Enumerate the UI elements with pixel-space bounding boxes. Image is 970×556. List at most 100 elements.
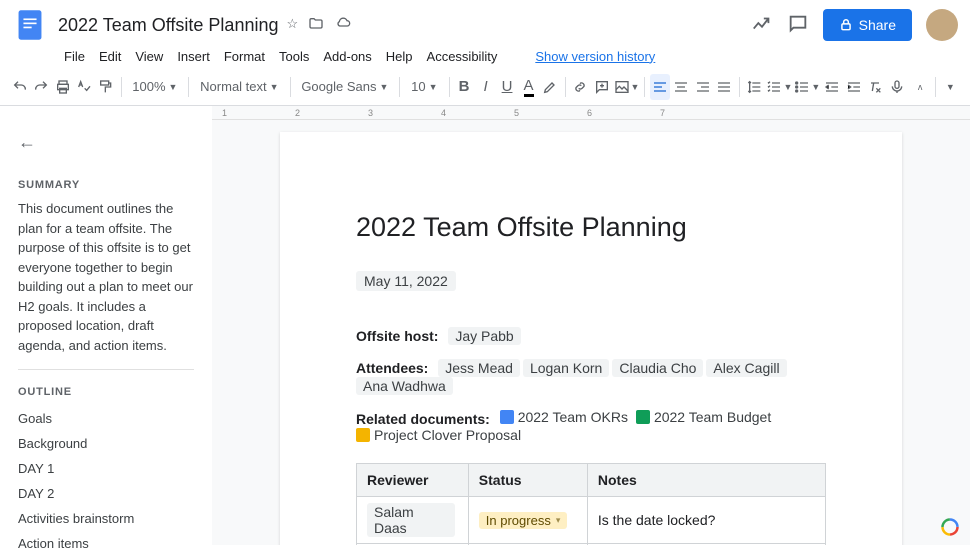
share-button[interactable]: Share [823,9,912,41]
menu-tools[interactable]: Tools [273,47,315,66]
analytics-icon[interactable] [751,13,773,38]
comment-button[interactable] [592,74,612,100]
indent-decrease-button[interactable] [822,74,842,100]
expand-button[interactable]: ʌ [910,74,930,100]
spellcheck-button[interactable] [75,74,95,100]
page-title[interactable]: 2022 Team Offsite Planning [356,212,826,243]
table-header: Reviewer [357,464,469,497]
highlight-button[interactable] [540,74,560,100]
font-size-dropdown[interactable]: 10▼ [405,74,443,100]
table-row: Salam Daas In progress ▾ Is the date locke… [357,497,826,544]
page[interactable]: 2022 Team Offsite Planning May 11, 2022 … [280,132,902,545]
menu-format[interactable]: Format [218,47,271,66]
align-left-button[interactable] [650,74,670,100]
related-doc-chip[interactable]: 2022 Team OKRs [500,409,628,425]
related-row: Related documents: 2022 Team OKRs 2022 Te… [356,409,826,445]
menu-view[interactable]: View [129,47,169,66]
ruler-tick: 6 [587,108,592,118]
notes-cell[interactable]: Is the date locked? [587,497,825,544]
summary-heading: SUMMARY [18,179,194,191]
align-center-button[interactable] [672,74,692,100]
outline-item[interactable]: Action items [18,531,194,556]
folder-icon[interactable] [308,16,324,35]
date-chip[interactable]: May 11, 2022 [356,271,456,291]
sidebar-back-icon[interactable]: ← [18,132,36,153]
attendee-chip[interactable]: Claudia Cho [612,359,703,377]
zoom-dropdown[interactable]: 100%▼ [126,74,183,100]
host-chip[interactable]: Jay Pabb [448,327,520,345]
ruler-tick: 1 [222,108,227,118]
menu-help[interactable]: Help [380,47,419,66]
related-doc-chip[interactable]: Project Clover Proposal [356,427,521,443]
toolbar: 100%▼ Normal text▼ Google Sans▼ 10▼ B I … [0,68,970,106]
table-header: Status [468,464,587,497]
outline-item[interactable]: Background [18,431,194,456]
underline-button[interactable]: U [497,74,517,100]
document-canvas[interactable]: 2022 Team Offsite Planning May 11, 2022 … [212,120,970,545]
outline-item[interactable]: DAY 1 [18,456,194,481]
ruler[interactable]: 1 2 3 4 5 6 7 [212,106,970,120]
link-button[interactable] [571,74,591,100]
menu-insert[interactable]: Insert [171,47,216,66]
italic-button[interactable]: I [476,74,496,100]
related-label: Related documents: [356,411,490,427]
align-right-button[interactable] [693,74,713,100]
ruler-tick: 4 [441,108,446,118]
indent-increase-button[interactable] [844,74,864,100]
align-justify-button[interactable] [715,74,735,100]
ruler-tick: 5 [514,108,519,118]
attendee-chip[interactable]: Alex Cagill [706,359,786,377]
attendee-chip[interactable]: Logan Korn [523,359,609,377]
doc-icon [356,428,370,442]
cloud-icon[interactable] [334,16,352,35]
attendees-label: Attendees: [356,360,428,376]
reviewer-chip[interactable]: Salam Daas [367,503,455,537]
summary-text: This document outlines the plan for a te… [18,199,194,370]
redo-button[interactable] [32,74,52,100]
menu-addons[interactable]: Add-ons [317,47,377,66]
style-dropdown[interactable]: Normal text▼ [194,74,284,100]
comments-icon[interactable] [787,13,809,38]
paint-format-button[interactable] [96,74,116,100]
ruler-tick: 3 [368,108,373,118]
doc-icon [500,410,514,424]
bold-button[interactable]: B [454,74,474,100]
version-history-link[interactable]: Show version history [529,47,661,66]
checklist-button[interactable]: ▼ [766,74,792,100]
sidebar: ← SUMMARY This document outlines the pla… [0,120,212,545]
avatar[interactable] [926,9,958,41]
status-chip[interactable]: In progress ▾ [479,512,568,529]
text-color-button[interactable]: A [519,74,539,100]
menu-file[interactable]: File [58,47,91,66]
attendees-row: Attendees: Jess MeadLogan KornClaudia Ch… [356,359,826,395]
menu-edit[interactable]: Edit [93,47,127,66]
ruler-tick: 7 [660,108,665,118]
undo-button[interactable] [10,74,30,100]
line-spacing-button[interactable] [745,74,765,100]
bulleted-list-button[interactable]: ▼ [794,74,820,100]
attendee-chip[interactable]: Jess Mead [438,359,520,377]
font-dropdown[interactable]: Google Sans▼ [295,74,394,100]
voice-typing-button[interactable] [887,74,907,100]
host-row: Offsite host: Jay Pabb [356,327,826,345]
doc-icon [636,410,650,424]
star-icon[interactable]: ☆ [286,16,298,35]
menu-accessibility[interactable]: Accessibility [421,47,504,66]
image-button[interactable]: ▼ [614,74,640,100]
outline-item[interactable]: Activities brainstorm [18,506,194,531]
attendee-chip[interactable]: Ana Wadhwa [356,377,453,395]
outline-item[interactable]: DAY 2 [18,481,194,506]
reviewer-table: ReviewerStatusNotes Salam Daas In progres… [356,463,826,545]
google-logo-icon [940,517,960,537]
host-label: Offsite host: [356,328,438,344]
table-header: Notes [587,464,825,497]
clear-format-button[interactable] [865,74,885,100]
print-button[interactable] [53,74,73,100]
docs-logo-icon[interactable] [12,7,48,43]
outline-item[interactable]: Goals [18,406,194,431]
mode-dropdown[interactable]: ▼ [941,74,961,100]
related-doc-chip[interactable]: 2022 Team Budget [636,409,771,425]
document-title[interactable]: 2022 Team Offsite Planning [58,15,278,36]
ruler-tick: 2 [295,108,300,118]
menu-bar: File Edit View Insert Format Tools Add-o… [0,44,970,68]
